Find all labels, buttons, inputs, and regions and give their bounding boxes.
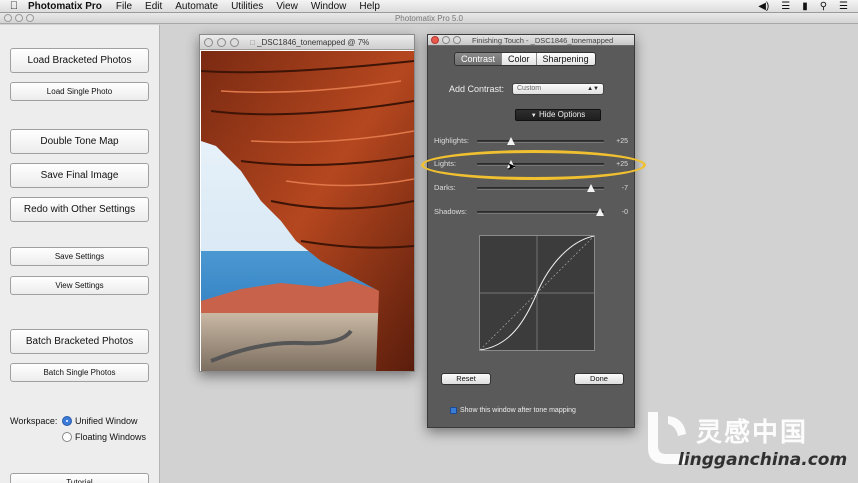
- panel-window-controls: [431, 36, 461, 44]
- mouse-cursor-icon: ➤: [507, 161, 517, 173]
- app-title-bar: Photomatix Pro 5.0: [0, 13, 858, 24]
- highlight-ellipse: [421, 150, 646, 180]
- minimize-icon[interactable]: [217, 38, 226, 47]
- tab-sharpening[interactable]: Sharpening: [536, 53, 595, 65]
- reset-button[interactable]: Reset: [441, 373, 491, 385]
- checkbox-checked-icon: [450, 407, 457, 414]
- unified-window-radio[interactable]: Unified Window: [62, 416, 138, 426]
- watermark-text: 灵感中国: [696, 418, 809, 448]
- battery-icon[interactable]: ▮: [802, 1, 808, 12]
- menu-automate[interactable]: Automate: [175, 1, 218, 12]
- highlights-slider[interactable]: [477, 137, 604, 145]
- minimize-icon[interactable]: [442, 36, 450, 44]
- document-icon: □: [250, 38, 255, 47]
- view-settings-button[interactable]: View Settings: [10, 276, 149, 295]
- zoom-icon[interactable]: [453, 36, 461, 44]
- add-contrast-select[interactable]: Custom ▲▼: [512, 83, 604, 95]
- watermark: 灵感中国 lingganchina.com: [640, 408, 855, 483]
- finishing-touch-panel: Finishing Touch - _DSC1846_tonemapped Co…: [427, 34, 635, 428]
- wifi-icon[interactable]: ☰: [781, 1, 790, 12]
- darks-value: -7: [621, 185, 628, 192]
- add-contrast-label: Add Contrast:: [449, 84, 505, 94]
- tonemapped-photo: [201, 51, 414, 371]
- show-after-label: Show this window after tone mapping: [460, 407, 576, 414]
- darks-slider-thumb[interactable]: [587, 184, 596, 192]
- close-icon[interactable]: [431, 36, 439, 44]
- workspace-label: Workspace:: [10, 416, 58, 426]
- radio-unselected-icon: [62, 432, 72, 442]
- menu-app-name[interactable]: Photomatix Pro: [28, 1, 102, 12]
- tone-curve-graph: [479, 235, 595, 351]
- finishing-touch-title: Finishing Touch - _DSC1846_tonemapped: [472, 36, 614, 45]
- status-area: ◀) ☰ ▮ ⚲ ☰: [758, 0, 848, 13]
- show-after-checkbox[interactable]: Show this window after tone mapping: [450, 407, 576, 414]
- batch-bracketed-photos-button[interactable]: Batch Bracketed Photos: [10, 329, 149, 354]
- hide-options-button[interactable]: ▼ Hide Options: [515, 109, 601, 121]
- menu-utilities[interactable]: Utilities: [231, 1, 263, 12]
- finishing-touch-titlebar[interactable]: Finishing Touch - _DSC1846_tonemapped: [428, 35, 634, 46]
- watermark-url: lingganchina.com: [678, 450, 848, 470]
- floating-windows-label: Floating Windows: [75, 432, 147, 442]
- done-button[interactable]: Done: [574, 373, 624, 385]
- menu-file[interactable]: File: [116, 1, 132, 12]
- tutorial-button[interactable]: Tutorial: [10, 473, 149, 483]
- tab-color[interactable]: Color: [502, 53, 537, 65]
- app-window-controls: [4, 14, 34, 22]
- add-contrast-value: Custom: [517, 85, 542, 92]
- close-icon[interactable]: [204, 38, 213, 47]
- list-icon[interactable]: ☰: [839, 1, 848, 12]
- menu-bar:  Photomatix Pro File Edit Automate Util…: [0, 0, 858, 13]
- darks-slider[interactable]: [477, 184, 604, 192]
- image-window-titlebar[interactable]: □ _DSC1846_tonemapped @ 7%: [200, 35, 414, 50]
- highlights-label: Highlights:: [434, 136, 470, 145]
- save-final-image-button[interactable]: Save Final Image: [10, 163, 149, 188]
- load-bracketed-photos-button[interactable]: Load Bracketed Photos: [10, 48, 149, 73]
- triangle-down-icon: ▼: [530, 113, 537, 119]
- image-window-title: _DSC1846_tonemapped @ 7%: [257, 38, 370, 47]
- shadows-value: -0: [621, 209, 628, 216]
- workflow-shortcuts-panel: Load Bracketed Photos Load Single Photo …: [0, 25, 160, 483]
- menu-edit[interactable]: Edit: [145, 1, 162, 12]
- shadows-label: Shadows:: [434, 207, 467, 216]
- volume-icon[interactable]: ◀): [758, 1, 769, 12]
- app-close-icon[interactable]: [4, 14, 12, 22]
- highlights-slider-thumb[interactable]: [507, 137, 516, 145]
- unified-window-label: Unified Window: [75, 416, 138, 426]
- app-window-title: Photomatix Pro 5.0: [394, 14, 464, 23]
- load-single-photo-button[interactable]: Load Single Photo: [10, 82, 149, 101]
- app-minimize-icon[interactable]: [15, 14, 23, 22]
- apple-icon[interactable]: : [0, 0, 28, 12]
- up-down-arrows-icon: ▲▼: [587, 86, 599, 92]
- finishing-touch-tabs: Contrast Color Sharpening: [454, 52, 596, 66]
- menu-view[interactable]: View: [276, 1, 298, 12]
- hide-options-label: Hide Options: [538, 110, 586, 119]
- radio-selected-icon: [62, 416, 72, 426]
- highlights-value: +25: [616, 138, 628, 145]
- app-zoom-icon[interactable]: [26, 14, 34, 22]
- batch-single-photos-button[interactable]: Batch Single Photos: [10, 363, 149, 382]
- menu-window[interactable]: Window: [311, 1, 347, 12]
- save-settings-button[interactable]: Save Settings: [10, 247, 149, 266]
- search-icon[interactable]: ⚲: [820, 1, 827, 12]
- double-tone-map-button[interactable]: Double Tone Map: [10, 129, 149, 154]
- image-window: □ _DSC1846_tonemapped @ 7%: [199, 34, 415, 372]
- zoom-icon[interactable]: [230, 38, 239, 47]
- menu-help[interactable]: Help: [359, 1, 380, 12]
- darks-label: Darks:: [434, 183, 456, 192]
- shadows-slider[interactable]: [477, 208, 605, 216]
- redo-other-settings-button[interactable]: Redo with Other Settings: [10, 197, 149, 222]
- image-window-controls: [204, 38, 239, 47]
- shadows-slider-thumb[interactable]: [596, 208, 605, 216]
- tab-contrast[interactable]: Contrast: [455, 53, 503, 65]
- floating-windows-radio[interactable]: Floating Windows: [62, 432, 146, 442]
